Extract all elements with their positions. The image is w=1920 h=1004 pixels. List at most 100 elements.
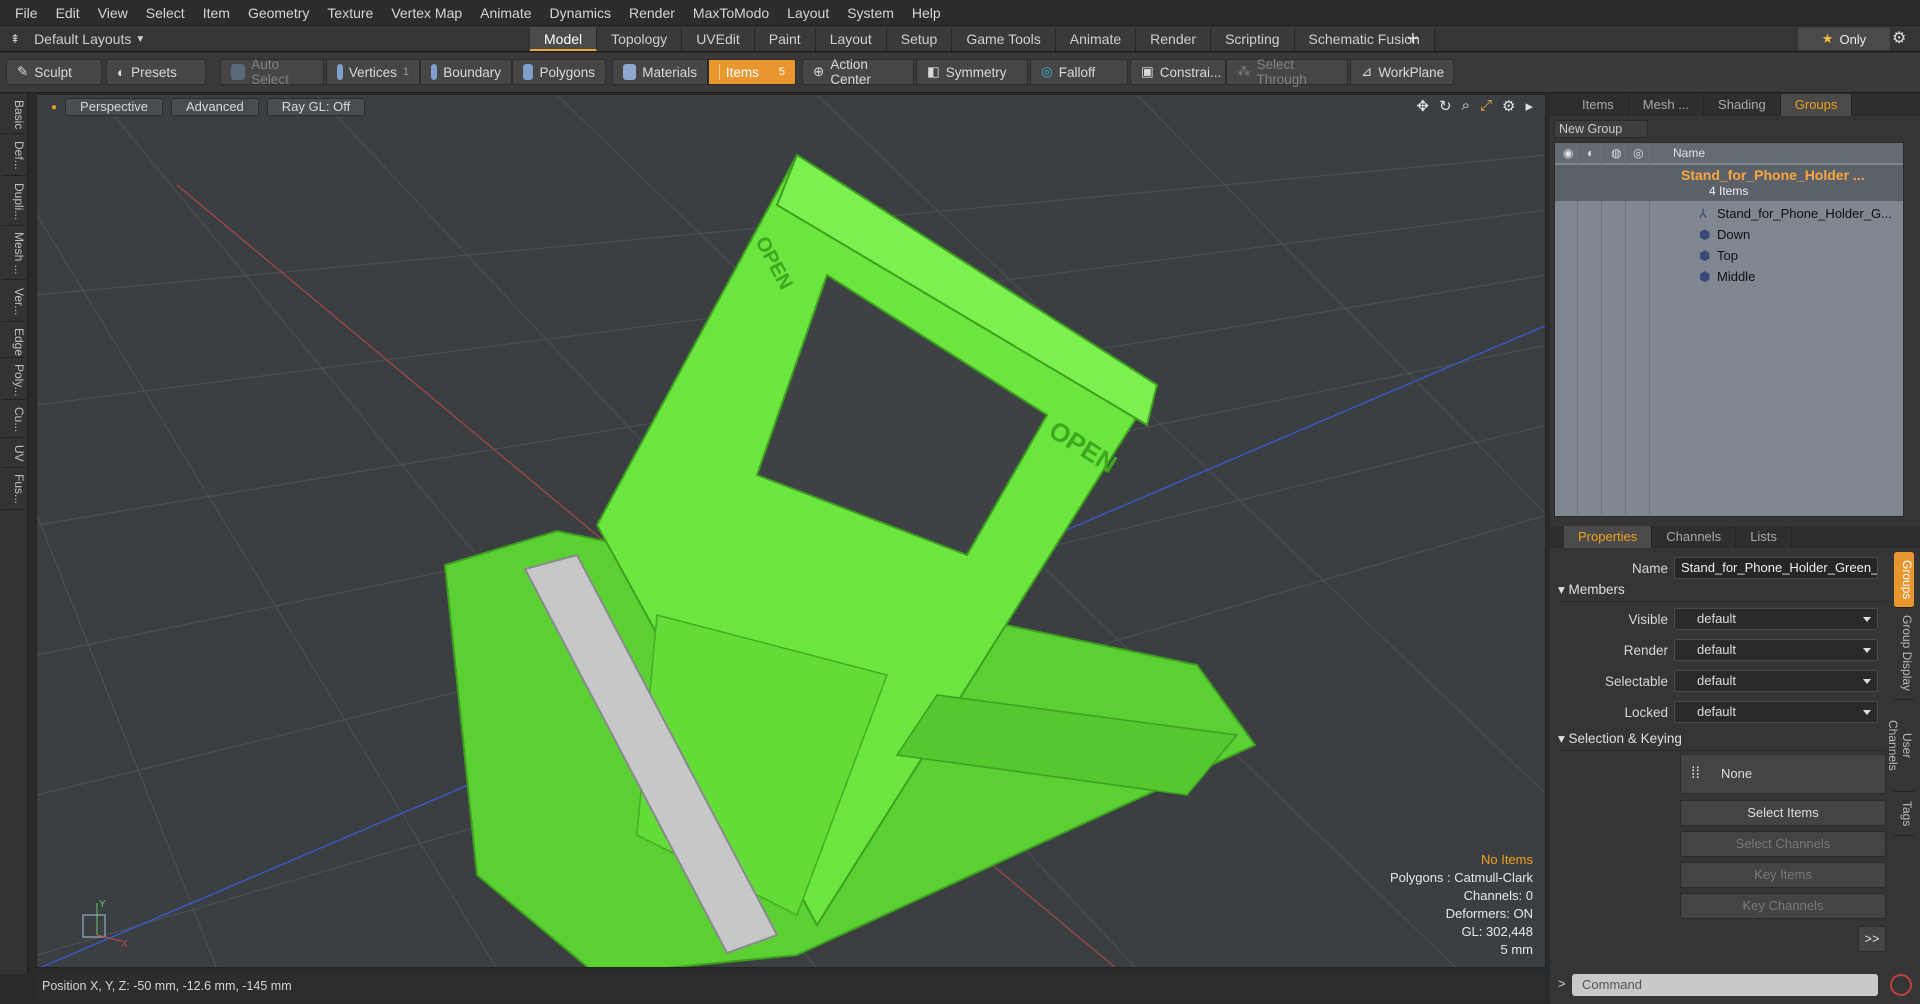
menu-maxtomodo[interactable]: MaxToModo [684, 0, 778, 26]
auto-select-button[interactable]: Auto Select [220, 57, 324, 87]
menu-edit[interactable]: Edit [47, 0, 89, 26]
tab-render[interactable]: Render [1136, 27, 1212, 51]
menu-file[interactable]: File [6, 0, 47, 26]
boundary-button[interactable]: Boundary [420, 59, 512, 85]
select-items-button[interactable]: Select Items [1680, 800, 1886, 826]
zoom-view-icon[interactable]: ⌕ [1462, 97, 1470, 115]
properties-tab-channels[interactable]: Channels [1652, 526, 1737, 548]
lock-icon[interactable]: ◍ [1611, 143, 1621, 163]
new-group-button[interactable]: New Group [1554, 120, 1648, 138]
select-icon[interactable]: ◎ [1633, 143, 1643, 163]
record-icon[interactable] [1890, 974, 1912, 996]
tab-setup[interactable]: Setup [886, 27, 953, 51]
group-member-row[interactable]: ⬢ Top [1555, 245, 1903, 266]
group-member-row[interactable]: ⬢ Down [1555, 224, 1903, 245]
eye-icon[interactable]: ◉ [1563, 143, 1573, 163]
key-items-button[interactable]: Key Items [1680, 862, 1886, 888]
sculpt-button[interactable]: ✎ Sculpt [6, 59, 102, 85]
tab-model[interactable]: Model [530, 27, 598, 51]
tab-scripting[interactable]: Scripting [1211, 27, 1295, 51]
rotate-view-icon[interactable]: ↻ [1439, 97, 1452, 115]
group-row[interactable]: Stand_for_Phone_Holder ... 4 Items [1555, 165, 1903, 201]
left-tab-6[interactable]: Poly... [2, 360, 26, 400]
items-button[interactable]: Items 5 [708, 59, 796, 85]
menu-dynamics[interactable]: Dynamics [541, 0, 620, 26]
viewport-dot-icon[interactable]: ● [51, 102, 57, 113]
materials-button[interactable]: Materials [612, 59, 708, 85]
left-tab-5[interactable]: Edge [2, 324, 26, 358]
members-section[interactable]: ▾ Members [1558, 582, 1884, 602]
menu-render[interactable]: Render [620, 0, 684, 26]
left-tab-9[interactable]: Fus... [2, 470, 26, 510]
scene-tab-items[interactable]: Items [1568, 94, 1629, 116]
selection-keying-section[interactable]: ▾ Selection & Keying [1558, 731, 1884, 751]
menu-geometry[interactable]: Geometry [239, 0, 318, 26]
properties-tab-properties[interactable]: Properties [1564, 526, 1653, 548]
left-tab-0[interactable]: Basic [2, 96, 26, 134]
menu-vertex-map[interactable]: Vertex Map [382, 0, 471, 26]
left-tab-2[interactable]: Dupli... [2, 178, 26, 226]
none-button[interactable]: ⁞⁞ None [1680, 754, 1886, 794]
scene-tab-groups[interactable]: Groups [1780, 94, 1853, 116]
menu-texture[interactable]: Texture [318, 0, 382, 26]
tab-game-tools[interactable]: Game Tools [952, 27, 1056, 51]
select-channels-button[interactable]: Select Channels [1680, 831, 1886, 857]
left-tab-1[interactable]: Def... [2, 136, 26, 176]
left-tab-8[interactable]: UV [2, 440, 26, 468]
menu-select[interactable]: Select [137, 0, 194, 26]
scene-tab-shading[interactable]: Shading [1704, 94, 1781, 116]
action-center-button[interactable]: ⊕ Action Center [802, 57, 914, 87]
more-button[interactable]: >> [1858, 926, 1886, 952]
group-member-row[interactable]: ⬢ Middle [1555, 266, 1903, 287]
workplane-button[interactable]: ⊿ WorkPlane [1350, 59, 1454, 85]
pin-icon[interactable]: ⇞ [10, 32, 20, 46]
menu-layout[interactable]: Layout [778, 0, 838, 26]
menu-view[interactable]: View [89, 0, 137, 26]
tab-layout[interactable]: Layout [815, 27, 887, 51]
key-channels-button[interactable]: Key Channels [1680, 893, 1886, 919]
phone-stand-model[interactable]: OPEN OPEN [443, 153, 1257, 968]
side-tab-group-display[interactable]: Group Display [1894, 608, 1914, 700]
left-tab-7[interactable]: Cu... [2, 402, 26, 438]
locked-select[interactable]: default [1674, 701, 1878, 723]
expand-arrow-icon[interactable]: ▸ [1525, 97, 1533, 115]
menu-item[interactable]: Item [194, 0, 239, 26]
command-input[interactable]: Command [1572, 974, 1878, 996]
name-field[interactable]: Stand_for_Phone_Holder_Green_ [1674, 557, 1878, 579]
menu-animate[interactable]: Animate [471, 0, 540, 26]
scene-tab-mesh[interactable]: Mesh ... [1629, 94, 1705, 116]
raygl-button[interactable]: Ray GL: Off [266, 98, 366, 116]
gear-icon[interactable]: ⚙ [1892, 26, 1906, 52]
constraints-button[interactable]: ▣ Constrai... [1130, 59, 1226, 85]
shading-mode-button[interactable]: Advanced [170, 98, 259, 116]
properties-tab-lists[interactable]: Lists [1736, 526, 1792, 548]
selectable-select[interactable]: default [1674, 670, 1878, 692]
falloff-button[interactable]: ◎ Falloff [1030, 59, 1128, 85]
tab-paint[interactable]: Paint [754, 27, 816, 51]
tab-topology[interactable]: Topology [597, 27, 683, 51]
left-tab-4[interactable]: Ver... [2, 282, 26, 322]
add-tab-icon[interactable]: + [1407, 26, 1419, 52]
menu-help[interactable]: Help [903, 0, 950, 26]
layout-selector[interactable]: ⇞ Default Layouts ▼ [0, 26, 145, 52]
viewport-gear-icon[interactable]: ⚙ [1502, 97, 1515, 115]
symmetry-button[interactable]: ◧ Symmetry [916, 59, 1028, 85]
side-tab-user-channels[interactable]: User Channels [1886, 700, 1914, 792]
polygons-button[interactable]: Polygons [512, 59, 606, 85]
side-tab-tags[interactable]: Tags [1894, 792, 1914, 836]
view-mode-button[interactable]: Perspective [65, 98, 163, 116]
scene-canvas[interactable]: OPEN OPEN Y X [37, 95, 1546, 968]
visible-select[interactable]: default [1674, 608, 1878, 630]
select-through-button[interactable]: ⁂ Select Through [1226, 57, 1348, 87]
layout-selector-label[interactable]: Default Layouts [34, 31, 131, 47]
render-icon[interactable]: ◐ [1587, 143, 1594, 163]
3d-viewport[interactable]: OPEN OPEN Y X ● Perspective Advanced Ray… [36, 94, 1546, 968]
tab-uvedit[interactable]: UVEdit [682, 27, 755, 51]
only-button[interactable]: ★ Only [1798, 28, 1890, 50]
chevron-down-icon[interactable]: ▼ [135, 34, 145, 45]
presets-button[interactable]: ◐ Presets [106, 59, 206, 85]
maximize-icon[interactable]: ⤢ [1480, 97, 1492, 115]
render-select[interactable]: default [1674, 639, 1878, 661]
left-tab-3[interactable]: Mesh ... [2, 228, 26, 280]
side-tab-groups[interactable]: Groups [1894, 552, 1914, 608]
